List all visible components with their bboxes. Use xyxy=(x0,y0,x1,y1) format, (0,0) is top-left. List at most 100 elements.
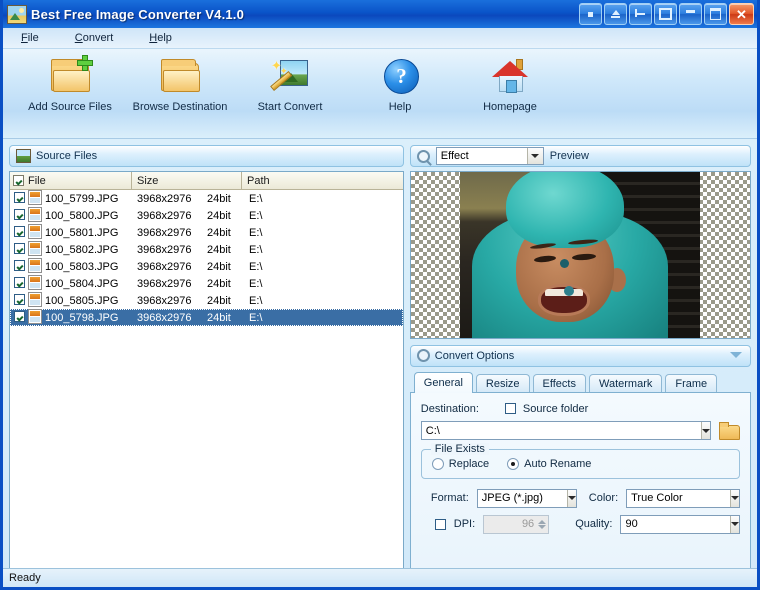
row-checkbox[interactable] xyxy=(14,208,28,223)
chevron-down-icon[interactable] xyxy=(526,148,543,164)
maximize-button[interactable] xyxy=(704,3,727,25)
tab-general[interactable]: General xyxy=(413,371,473,393)
dpi-quality-row: DPI: 96 Quality: 90 xyxy=(421,514,740,534)
cell-file: 100_5805.JPG xyxy=(45,294,119,307)
format-color-row: Format: JPEG (*.jpg) Color: True Color xyxy=(421,488,740,508)
cell-file: 100_5800.JPG xyxy=(45,209,119,222)
dpi-stepper[interactable]: 96 xyxy=(483,514,550,534)
auto-rename-radio[interactable]: Auto Rename xyxy=(507,457,591,470)
table-row[interactable]: 100_5798.JPG 3968x2976 24bit E:\ xyxy=(10,308,403,327)
file-type-icon xyxy=(28,223,45,242)
file-type-icon xyxy=(28,257,45,276)
menu-item-convert-rest: onvert xyxy=(82,32,114,44)
row-checkbox[interactable] xyxy=(14,242,28,257)
table-row[interactable]: 100_5804.JPG 3968x2976 24bit E:\ xyxy=(10,274,403,292)
table-row[interactable]: 100_5805.JPG 3968x2976 24bit E:\ xyxy=(10,291,403,309)
select-all-checkbox[interactable] xyxy=(13,175,24,186)
browse-destination-button[interactable]: Browse Destination xyxy=(125,55,235,113)
menu-item-convert[interactable]: Convert xyxy=(71,31,118,45)
file-type-icon xyxy=(28,189,45,208)
cell-depth: 24bit xyxy=(207,277,231,290)
tab-resize[interactable]: Resize xyxy=(475,373,530,393)
stay-on-top-button[interactable] xyxy=(579,3,602,25)
destination-row: Destination: Source folder xyxy=(421,403,740,415)
replace-radio[interactable]: Replace xyxy=(431,457,490,470)
application-window: Best Free Image Converter V4.1.0 ✕ File … xyxy=(0,0,760,590)
cell-depth: 24bit xyxy=(207,209,231,222)
row-checkbox[interactable] xyxy=(14,225,28,240)
menu-bar: File Convert Help xyxy=(3,28,757,49)
chevron-down-icon[interactable] xyxy=(730,515,739,533)
chevron-down-icon[interactable] xyxy=(730,489,739,507)
menu-item-file[interactable]: File xyxy=(17,31,43,45)
help-button[interactable]: ? Help xyxy=(345,55,455,113)
preview-image-area[interactable] xyxy=(409,171,751,339)
cell-file: 100_5802.JPG xyxy=(45,243,119,256)
tab-frame[interactable]: Frame xyxy=(665,373,718,393)
effect-select[interactable]: Effect xyxy=(435,147,544,165)
row-checkbox[interactable] xyxy=(14,276,28,291)
table-row[interactable]: 100_5803.JPG 3968x2976 24bit E:\ xyxy=(10,257,403,276)
stepper-arrows-icon[interactable] xyxy=(538,519,547,529)
quality-select[interactable]: 90 xyxy=(620,514,740,534)
cell-depth: 24bit xyxy=(207,243,231,256)
source-folder-checkbox[interactable] xyxy=(504,403,516,414)
row-checkbox[interactable] xyxy=(14,293,28,308)
minimize-button[interactable] xyxy=(679,3,702,25)
table-row[interactable]: 100_5799.JPG 3968x2976 24bit E:\ xyxy=(10,189,403,208)
row-checkbox[interactable] xyxy=(14,310,28,325)
table-row[interactable]: 100_5800.JPG 3968x2976 24bit E:\ xyxy=(10,206,403,224)
column-header-path[interactable]: Path xyxy=(242,172,403,189)
file-exists-group: File Exists Replace Auto Rename xyxy=(420,442,740,479)
status-bar: Ready xyxy=(3,568,757,587)
row-checkbox[interactable] xyxy=(14,191,28,206)
transparency-button[interactable] xyxy=(654,3,677,25)
table-row[interactable]: 100_5802.JPG 3968x2976 24bit E:\ xyxy=(10,240,403,258)
tab-effects[interactable]: Effects xyxy=(532,373,586,393)
chevron-down-icon[interactable] xyxy=(730,351,742,358)
row-checkbox[interactable] xyxy=(14,259,28,274)
image-photo-icon xyxy=(16,149,31,163)
list-header: File Size Path xyxy=(10,172,403,190)
chevron-down-icon[interactable] xyxy=(701,422,710,439)
start-convert-button[interactable]: ✦ ✦ Start Convert xyxy=(235,55,345,113)
destination-path-row: C:\ xyxy=(420,421,740,441)
browse-folder-button[interactable] xyxy=(718,421,740,441)
tab-watermark[interactable]: Watermark xyxy=(588,373,663,393)
homepage-button[interactable]: Homepage xyxy=(455,55,565,113)
pin-button[interactable] xyxy=(629,3,652,25)
cell-depth: 24bit xyxy=(207,260,231,273)
destination-combo[interactable]: C:\ xyxy=(420,421,711,440)
start-convert-label: Start Convert xyxy=(257,101,323,113)
color-select[interactable]: True Color xyxy=(626,488,740,508)
source-files-list[interactable]: File Size Path 100_5799.JPG 3968x2976 24bi… xyxy=(9,171,404,575)
quality-value: 90 xyxy=(625,518,638,530)
replace-label: Replace xyxy=(448,457,490,470)
replace-radio-button[interactable] xyxy=(431,457,444,470)
convert-options-header[interactable]: Convert Options xyxy=(409,344,751,367)
column-header-file[interactable]: File xyxy=(10,172,132,189)
column-header-size[interactable]: Size xyxy=(132,172,242,189)
folder-add-icon xyxy=(48,55,93,97)
cell-file: 100_5803.JPG xyxy=(45,260,119,273)
cell-size: 3968x2976 xyxy=(137,192,192,205)
auto-rename-radio-button[interactable] xyxy=(507,457,520,470)
list-rows: 100_5799.JPG 3968x2976 24bit E:\ 100_5800.JP… xyxy=(10,189,403,327)
file-exists-group-title: File Exists xyxy=(430,442,489,455)
roll-up-button[interactable] xyxy=(604,3,627,25)
close-button[interactable]: ✕ xyxy=(729,3,754,25)
color-label: Color: xyxy=(588,492,619,504)
source-files-title: Source Files xyxy=(36,150,98,162)
add-source-files-button[interactable]: Add Source Files xyxy=(15,55,125,113)
help-label: Help xyxy=(388,101,412,113)
general-tab-panel: Destination: Source folder C:\ File Exis… xyxy=(409,391,751,575)
question-mark-icon: ? xyxy=(378,55,422,97)
menu-item-help[interactable]: Help xyxy=(145,31,176,45)
dpi-checkbox[interactable] xyxy=(434,518,446,530)
cell-path: E:\ xyxy=(249,209,263,222)
file-type-icon xyxy=(28,308,45,327)
preview-image xyxy=(460,172,701,338)
format-select[interactable]: JPEG (*.jpg) xyxy=(476,488,577,508)
table-row[interactable]: 100_5801.JPG 3968x2976 24bit E:\ xyxy=(10,223,403,242)
chevron-down-icon[interactable] xyxy=(566,489,576,507)
